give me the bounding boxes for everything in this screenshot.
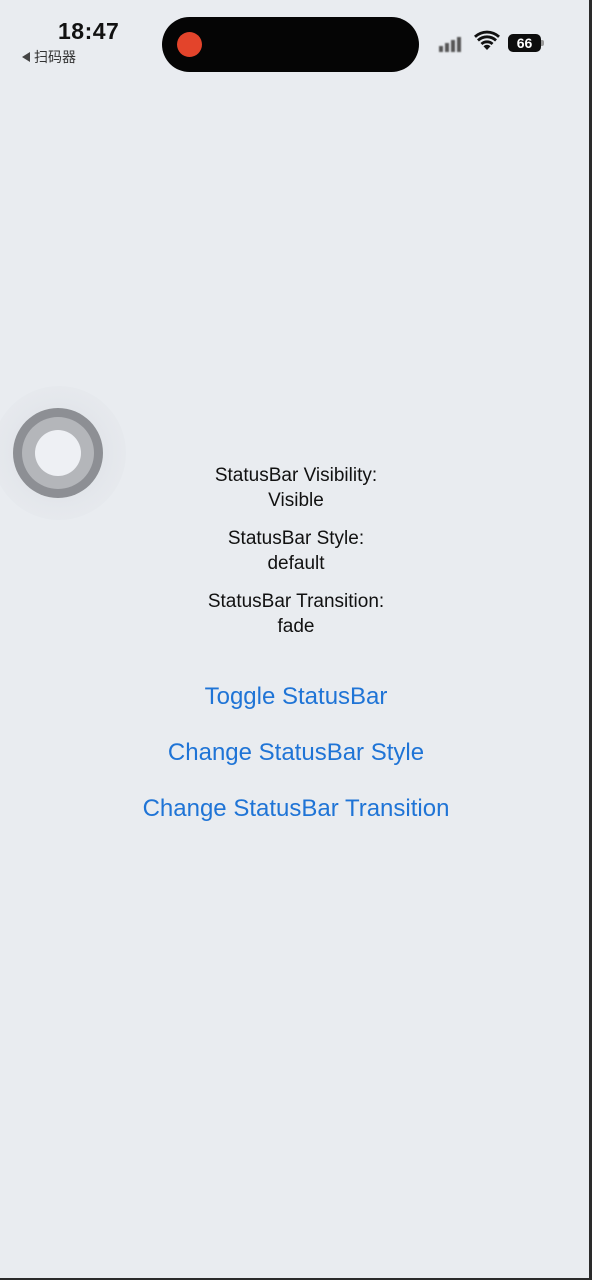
change-statusbar-style-button[interactable]: Change StatusBar Style (162, 732, 430, 772)
change-statusbar-transition-button[interactable]: Change StatusBar Transition (137, 788, 456, 828)
cellular-signal-icon (439, 36, 463, 52)
toggle-statusbar-button[interactable]: Toggle StatusBar (199, 676, 394, 716)
back-app-label: 扫码器 (34, 49, 76, 65)
status-info: StatusBar Visibility: Visible StatusBar … (0, 463, 589, 652)
back-to-app-button[interactable]: 扫码器 (22, 47, 76, 67)
transition-label: StatusBar Transition: (207, 591, 385, 612)
status-bar: 18:47 扫码器 66 (0, 0, 589, 80)
screen-recording-icon (177, 32, 202, 57)
dynamic-island (162, 17, 419, 72)
visibility-value: Visible (268, 490, 324, 511)
action-buttons: Toggle StatusBar Change StatusBar Style … (0, 676, 589, 844)
battery-tip (541, 40, 544, 46)
app-screen: 18:47 扫码器 66 StatusBar Visibility: Visib… (0, 0, 592, 1280)
battery-icon: 66 (508, 34, 541, 52)
style-value: default (267, 553, 325, 574)
status-time: 18:47 (58, 18, 120, 44)
transition-value: fade (277, 616, 315, 637)
style-label: StatusBar Style: (227, 528, 365, 549)
visibility-info: StatusBar Visibility: Visible (0, 463, 589, 513)
back-arrow-icon (22, 52, 30, 62)
visibility-label: StatusBar Visibility: (214, 465, 378, 486)
wifi-icon (474, 30, 500, 50)
transition-info: StatusBar Transition: fade (0, 589, 589, 639)
style-info: StatusBar Style: default (0, 526, 589, 576)
